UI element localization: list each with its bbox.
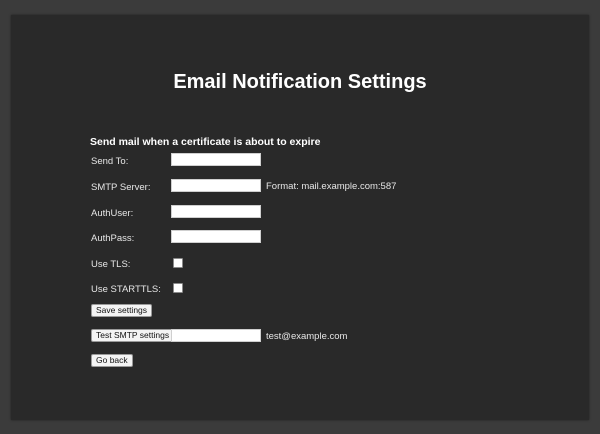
test-smtp-button[interactable]: Test SMTP settings [91,329,175,342]
auth-pass-input[interactable] [171,230,261,243]
auth-user-label: AuthUser: [91,208,134,219]
go-back-row: Go back [91,354,571,374]
use-starttls-row: Use STARTTLS: [91,281,571,301]
send-to-row: Send To: [91,153,571,173]
use-tls-checkbox[interactable] [173,258,183,268]
smtp-server-label: SMTP Server: [91,182,151,193]
auth-pass-row: AuthPass: [91,230,571,250]
use-starttls-label: Use STARTTLS: [91,284,161,295]
send-to-input[interactable] [171,153,261,166]
settings-panel: Email Notification Settings Send mail wh… [11,15,589,420]
test-address-input[interactable] [171,329,261,342]
send-to-label: Send To: [91,156,129,167]
use-tls-label: Use TLS: [91,259,131,270]
smtp-server-hint: Format: mail.example.com:587 [266,181,397,192]
section-heading: Send mail when a certificate is about to… [90,136,321,148]
auth-pass-label: AuthPass: [91,233,135,244]
save-row: Save settings [91,304,571,324]
save-settings-button[interactable]: Save settings [91,304,153,317]
smtp-server-input[interactable] [171,179,261,192]
auth-user-row: AuthUser: [91,205,571,225]
test-smtp-row: Test SMTP settings test@example.com [91,329,571,349]
page-title: Email Notification Settings [173,71,427,93]
auth-user-input[interactable] [171,205,261,218]
use-tls-row: Use TLS: [91,256,571,276]
use-starttls-checkbox[interactable] [173,283,183,293]
smtp-server-row: SMTP Server: Format: mail.example.com:58… [91,179,571,199]
test-address-hint: test@example.com [266,331,348,342]
go-back-button[interactable]: Go back [91,354,133,367]
